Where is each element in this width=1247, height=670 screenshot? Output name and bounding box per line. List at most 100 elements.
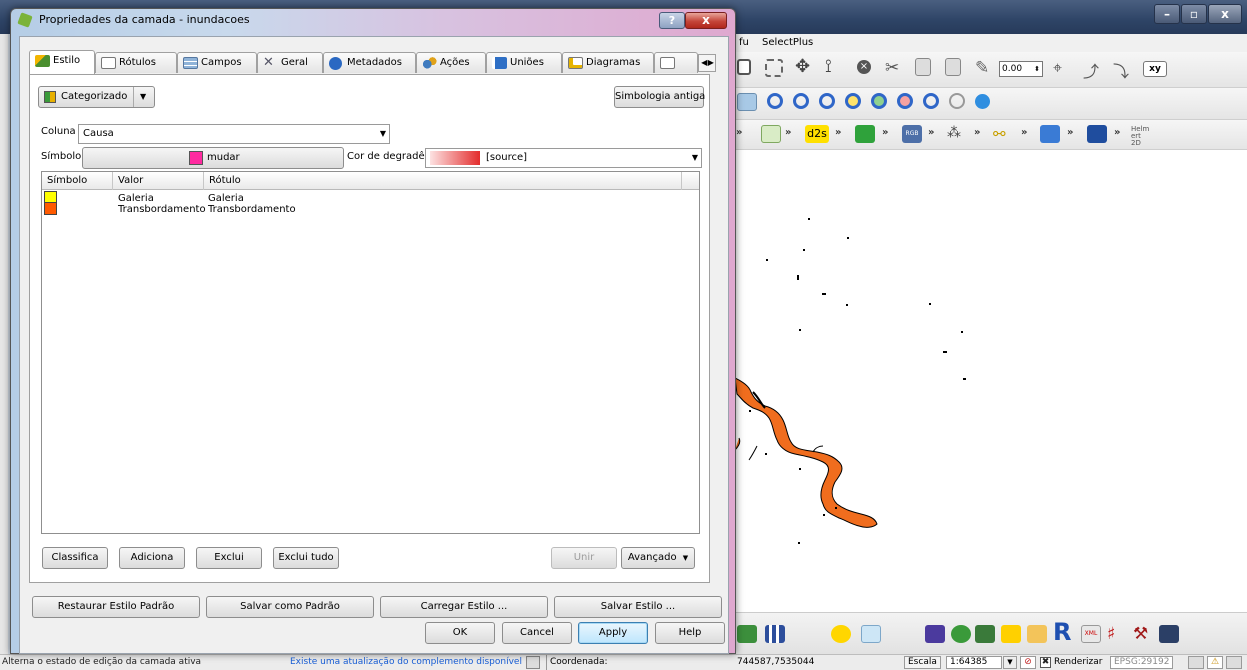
overflow-chevron-icon[interactable]: »: [785, 127, 791, 138]
messages-icon[interactable]: [1226, 656, 1242, 669]
dialog-titlebar[interactable]: Propriedades da camada - inundacoes ? x: [11, 9, 735, 31]
tab-scroll-arrows[interactable]: ◀ ▶: [698, 54, 716, 72]
import-icon[interactable]: [1040, 125, 1060, 143]
save-style-button[interactable]: Salvar Estilo ...: [554, 596, 722, 618]
plugin-update-link[interactable]: Existe uma atualização do complemento di…: [290, 655, 522, 670]
plugin-icon[interactable]: [526, 656, 540, 669]
folder-icon[interactable]: [1027, 625, 1047, 643]
curve-icon[interactable]: [975, 625, 995, 643]
old-symbology-button[interactable]: Simbologia antiga: [614, 86, 705, 108]
restore-default-style-button[interactable]: Restaurar Estilo Padrão: [32, 596, 200, 618]
symbol-change-button[interactable]: mudar: [82, 147, 344, 169]
green-check-icon[interactable]: [855, 125, 875, 143]
cut-icon[interactable]: ✂: [885, 58, 905, 78]
vertex-tool-icon[interactable]: [765, 59, 783, 77]
zoom-out-icon[interactable]: [793, 93, 809, 109]
header-value[interactable]: Valor: [113, 172, 204, 190]
overflow-chevron-icon[interactable]: »: [1021, 127, 1027, 138]
tab-rotulos[interactable]: Rótulos: [95, 52, 177, 73]
menu-item[interactable]: fu: [739, 34, 749, 52]
overflow-chevron-icon[interactable]: »: [882, 127, 888, 138]
d2s-icon[interactable]: d2s: [805, 125, 829, 143]
ok-button[interactable]: OK: [425, 622, 495, 644]
tools-red-icon[interactable]: ⚒: [1133, 625, 1153, 643]
overflow-chevron-icon[interactable]: »: [736, 127, 742, 138]
add-layer-icon[interactable]: [761, 125, 781, 143]
crs-button[interactable]: EPSG:29192: [1110, 656, 1174, 669]
palette-icon[interactable]: [925, 625, 945, 643]
yellow-shape-icon[interactable]: [831, 625, 851, 643]
save-as-default-button[interactable]: Salvar como Padrão: [206, 596, 374, 618]
join-button[interactable]: Unir: [551, 547, 617, 569]
classify-button[interactable]: Classifica: [42, 547, 108, 569]
tab-unioes[interactable]: Uniões: [486, 52, 562, 73]
overflow-chevron-icon[interactable]: »: [835, 127, 841, 138]
overflow-chevron-icon[interactable]: »: [1067, 127, 1073, 138]
minimize-button[interactable]: –: [1154, 4, 1180, 24]
helmert-2d-icon[interactable]: Helm ert 2D: [1131, 126, 1149, 147]
tab-more[interactable]: [654, 52, 698, 73]
help-titlebar-button[interactable]: ?: [659, 12, 685, 29]
rgb-icon[interactable]: RGB: [902, 125, 922, 143]
scale-dropdown-icon[interactable]: ▼: [1003, 656, 1017, 669]
tab-campos[interactable]: Campos: [177, 52, 257, 73]
r-icon[interactable]: R: [1053, 620, 1073, 644]
renderer-dropdown[interactable]: Categorizado ▼: [38, 86, 155, 108]
xml-icon[interactable]: XML: [1081, 625, 1101, 643]
color-ramp-combo[interactable]: [source] ▼: [425, 148, 702, 168]
copy-icon[interactable]: [915, 58, 931, 76]
maximize-button[interactable]: ▫: [1181, 4, 1207, 24]
header-symbol[interactable]: Símbolo: [42, 172, 113, 190]
xy-tool-icon[interactable]: xy: [1143, 61, 1167, 77]
add-category-button[interactable]: Adiciona: [119, 547, 185, 569]
delete-selected-icon[interactable]: ×: [857, 60, 871, 74]
load-style-button[interactable]: Carregar Estilo ...: [380, 596, 548, 618]
tab-metadados[interactable]: Metadados: [323, 52, 416, 73]
refresh-icon[interactable]: [975, 94, 990, 109]
overflow-chevron-icon[interactable]: »: [1114, 127, 1120, 138]
label-pin-icon[interactable]: ⌖: [1053, 58, 1073, 77]
delete-all-button[interactable]: Exclui tudo: [273, 547, 339, 569]
digitize-icon[interactable]: ⁂: [947, 125, 967, 143]
cancel-button[interactable]: Cancel: [502, 622, 572, 644]
scale-spinbox[interactable]: 0.00 ⬍: [999, 61, 1043, 77]
zoom-layer-icon[interactable]: [871, 93, 887, 109]
node-tool-icon[interactable]: ⟟: [825, 58, 845, 76]
zoom-last-icon[interactable]: [923, 93, 939, 109]
bar-chart-icon[interactable]: [765, 625, 785, 643]
globe-icon[interactable]: [1087, 125, 1107, 143]
table-row[interactable]: Transbordamento Transbordamento: [42, 202, 699, 215]
crs-status-icon[interactable]: [1188, 656, 1204, 669]
advanced-button[interactable]: Avançado ▼: [621, 547, 695, 569]
label-edit-icon[interactable]: ⤵: [1113, 58, 1133, 81]
close-window-button[interactable]: x: [1208, 4, 1242, 24]
overflow-chevron-icon[interactable]: »: [928, 127, 934, 138]
tab-estilo[interactable]: Estilo: [29, 50, 95, 74]
overflow-chevron-icon[interactable]: »: [974, 127, 980, 138]
tab-diagramas[interactable]: Diagramas: [562, 52, 654, 73]
grid-icon[interactable]: ♯: [1107, 625, 1127, 643]
category-swatch[interactable]: [44, 202, 57, 215]
zoom-native-icon[interactable]: [897, 93, 913, 109]
paste-icon[interactable]: [945, 58, 961, 76]
category-table[interactable]: Símbolo Valor Rótulo Galeria Galeria Tra…: [41, 171, 700, 534]
table-row[interactable]: Galeria Galeria: [42, 191, 699, 204]
coordinate-value[interactable]: 744587,7535044: [737, 655, 814, 670]
tab-acoes[interactable]: Ações: [416, 52, 486, 73]
render-checkbox-icon[interactable]: ✖: [1040, 657, 1051, 668]
help-button[interactable]: Help: [655, 622, 725, 644]
select-icon[interactable]: [737, 59, 751, 75]
tab-geral[interactable]: ✕ Geral: [257, 52, 323, 73]
zoom-full-icon[interactable]: [819, 93, 835, 109]
move-icon[interactable]: ✥: [795, 58, 815, 76]
menu-item-selectplus[interactable]: SelectPlus: [762, 34, 813, 52]
map-canvas[interactable]: [735, 150, 1247, 612]
raster-icon[interactable]: [951, 625, 971, 643]
column-combo[interactable]: Causa ▼: [78, 124, 390, 144]
network-icon[interactable]: ⚯: [993, 125, 1013, 143]
layer-icon[interactable]: [737, 625, 757, 643]
close-dialog-button[interactable]: x: [685, 12, 727, 29]
delete-category-button[interactable]: Exclui: [196, 547, 262, 569]
map-icon[interactable]: [1159, 625, 1179, 643]
calendar-icon[interactable]: [861, 625, 881, 643]
